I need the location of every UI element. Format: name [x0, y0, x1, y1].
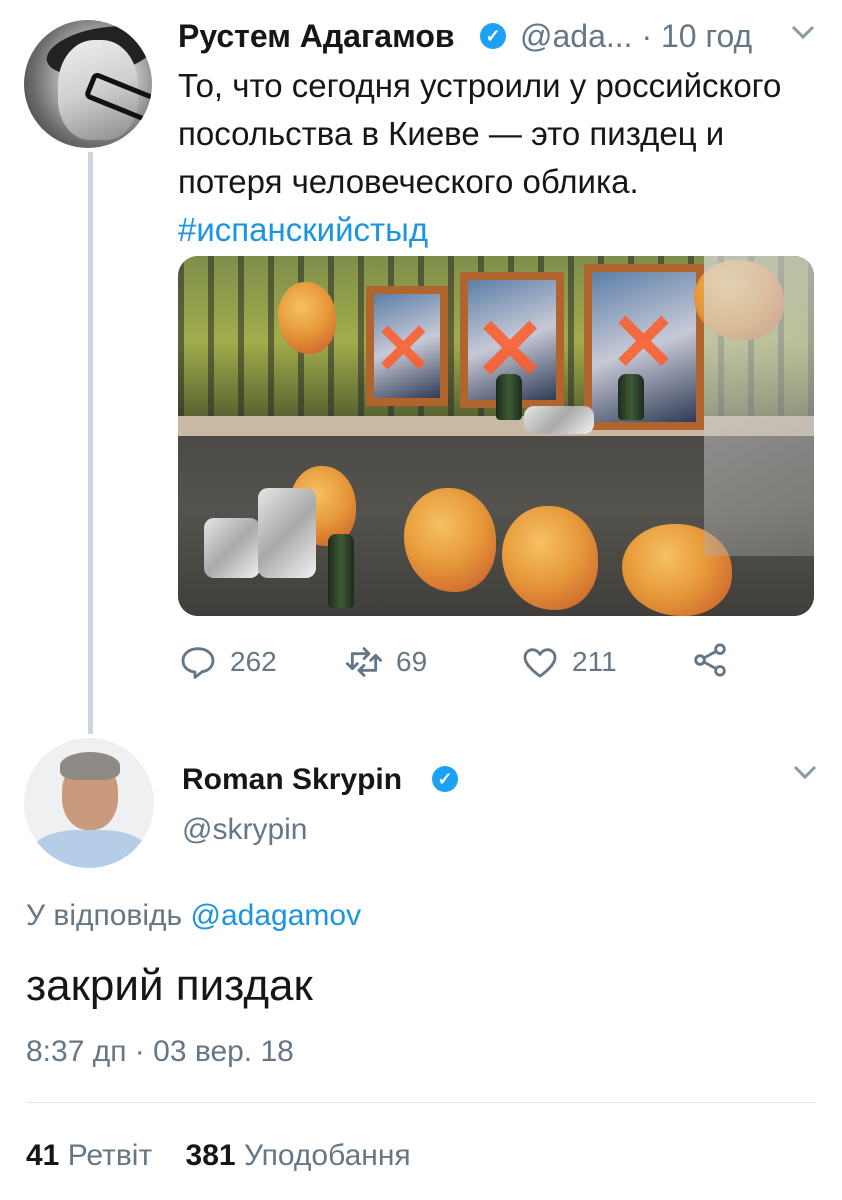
retweet-button[interactable]: 69 — [344, 640, 427, 684]
reply-author-name[interactable]: Roman Skrypin — [182, 758, 402, 802]
verified-badge-icon: ✓ — [432, 766, 458, 792]
like-count: 211 — [572, 646, 617, 677]
retweets-label: Ретвіт — [67, 1139, 153, 1172]
retweets-count: 41 — [26, 1139, 60, 1172]
photo-bottle — [618, 374, 644, 420]
like-button[interactable]: 211 — [520, 640, 617, 684]
avatar-shirt — [30, 830, 150, 868]
parent-author-avatar[interactable] — [24, 20, 152, 148]
photo-chicken — [278, 282, 336, 354]
engagement-stats: 41 Ретвіт 381 Уподобання — [26, 1134, 411, 1178]
reply-count: 262 — [230, 646, 277, 677]
share-icon — [694, 643, 726, 677]
reply-timestamp[interactable]: 8:37 дп · 03 вер. 18 — [26, 1030, 294, 1074]
photo-foil — [204, 518, 260, 578]
tweet-photo[interactable]: ✕ ✕ ✕ — [178, 256, 814, 616]
replying-to-link[interactable]: @adagamov — [191, 899, 362, 932]
parent-handle-time[interactable]: @ada... · 10 год — [520, 14, 752, 58]
parent-author-name[interactable]: Рустем Адагамов — [178, 14, 455, 58]
photo-foil — [258, 488, 316, 578]
avatar-hair — [60, 752, 120, 780]
replying-prefix: У відповідь — [26, 899, 183, 932]
photo-flowers — [704, 256, 814, 556]
likes-label: Уподобання — [243, 1139, 411, 1172]
reply-author-handle[interactable]: @skrypin — [182, 808, 307, 852]
retweet-count: 69 — [396, 646, 428, 677]
reply-tweet-text: закрий пиздак — [26, 961, 313, 1010]
heart-icon — [523, 648, 557, 678]
divider — [26, 1102, 816, 1103]
verified-badge-icon: ✓ — [480, 23, 506, 49]
photo-bottle — [328, 534, 354, 608]
parent-tweet-text: То, что сегодня устроили у российского п… — [178, 62, 798, 254]
likes-count: 381 — [185, 1139, 236, 1172]
likes-stat[interactable]: 381 Уподобання — [186, 1139, 411, 1172]
reply-author-avatar[interactable] — [24, 738, 154, 868]
hashtag-link[interactable]: #испанскийстыд — [178, 211, 428, 248]
photo-paint-mark: ✕ — [374, 310, 433, 388]
chevron-down-icon-svg — [791, 25, 815, 40]
photo-foil — [524, 406, 594, 434]
parent-tweet-body: То, что сегодня устроили у российского п… — [178, 67, 782, 200]
retweets-stat[interactable]: 41 Ретвіт — [26, 1139, 152, 1172]
reply-icon — [181, 647, 215, 679]
photo-bottle — [496, 374, 522, 420]
reply-button[interactable]: 262 — [178, 640, 277, 684]
share-button[interactable] — [690, 640, 742, 680]
thread-connector-line — [88, 152, 93, 734]
retweet-icon — [345, 647, 383, 677]
chevron-down-icon[interactable] — [788, 16, 818, 60]
replying-to-line: У відповідь @adagamov — [26, 894, 361, 938]
chevron-down-icon[interactable] — [790, 756, 820, 800]
chevron-down-icon-svg — [793, 765, 817, 780]
